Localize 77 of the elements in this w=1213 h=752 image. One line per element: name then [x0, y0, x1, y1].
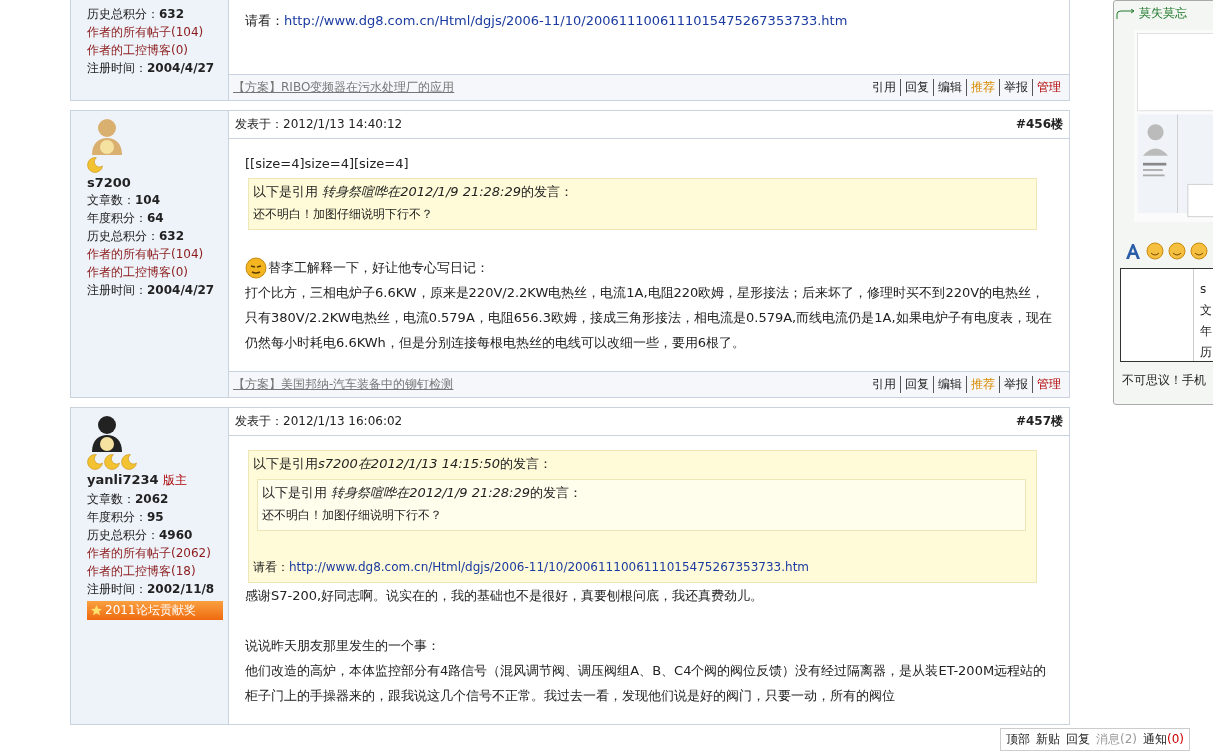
post-link[interactable]: http://www.dg8.com.cn/Html/dgjs/2006-11/10/2006111006111015475267353733.htm — [284, 13, 848, 28]
post-action[interactable]: 回复 — [900, 79, 933, 96]
quote-label: 的发言： — [500, 456, 553, 471]
font-icon[interactable] — [1124, 242, 1142, 260]
post-text: 他们改造的高炉，本体监控部分有4路信号（混风调节阀、调压阀组A、B、C4个阀的阀位反馈）没有经过隔离器，是从装ET-200M远程站的柜子门上的手操器来的，跟我说这几个信号不正常。我过去一看，发现他们说是好的阀门，只要一动，所有的阀位 — [245, 662, 1048, 705]
panel-text: 年 — [1200, 323, 1212, 340]
quote-source: 转身祭喧哗在2012/1/9 21:28:29 — [331, 485, 531, 500]
post-action[interactable]: 引用 — [868, 79, 900, 96]
author-stat: 历史总积分：4960 — [87, 527, 194, 543]
toolbar-link[interactable]: 顶部 — [1006, 731, 1030, 748]
ad-link[interactable]: 【方案】RIBO变频器在污水处理厂的应用 — [233, 79, 455, 96]
toolbar-link[interactable]: 通知(0) — [1143, 731, 1184, 748]
panel-text: 文 — [1200, 302, 1212, 319]
post-action[interactable]: 引用 — [868, 376, 900, 393]
author-stat: 注册时间：2004/4/27 — [87, 60, 216, 76]
author-stat: 文章数：104 — [87, 192, 162, 208]
author-stat: 注册时间：2004/4/27 — [87, 282, 216, 298]
toolbar-link[interactable]: 回复 — [1066, 731, 1090, 748]
post-action[interactable]: 回复 — [900, 376, 933, 393]
panel-text: 历 — [1200, 344, 1212, 361]
moon-icon — [87, 454, 103, 470]
post-action[interactable]: 举报 — [999, 376, 1032, 393]
author-stat: 年度积分：95 — [87, 509, 165, 525]
moon-icon — [104, 454, 120, 470]
author-link[interactable]: 作者的工控博客(18) — [87, 563, 218, 579]
post-text: [[size=4]size=4][size=4] — [245, 155, 410, 173]
link-label: 请看： — [245, 13, 284, 28]
author-stat: 文章数：2062 — [87, 491, 170, 507]
author-name[interactable]: s7200 — [87, 175, 131, 190]
author-link[interactable]: 作者的所有帖子(104) — [87, 246, 218, 262]
moon-icon — [87, 157, 103, 173]
post-time: 发表于：2012/1/13 16:06:02 — [235, 413, 403, 430]
quote-label: 以下是引用 — [253, 456, 318, 471]
post-link[interactable]: http://www.dg8.com.cn/Html/dgjs/2006-11/10/2006111006111015475267353733.htm — [289, 560, 810, 574]
floor-number: #457楼 — [1015, 413, 1063, 430]
post-action[interactable]: 管理 — [1032, 79, 1065, 96]
moon-icon — [121, 454, 137, 470]
quote-label: 的发言： — [521, 184, 574, 199]
quote-text: 还不明白！加图仔细说明下行不？ — [262, 507, 443, 524]
emoticon-icon[interactable] — [1168, 242, 1186, 260]
smiley-icon — [245, 256, 267, 279]
emoticon-icon[interactable] — [1190, 242, 1208, 260]
post-text: 说说昨天朋友那里发生的一个事： — [245, 637, 441, 655]
post-time: 发表于：2012/1/13 14:40:12 — [235, 116, 403, 133]
floor-number: #456楼 — [1015, 116, 1063, 133]
quote-label: 以下是引用 — [253, 184, 319, 199]
post-action[interactable]: 编辑 — [933, 79, 966, 96]
arrow-icon — [1116, 8, 1136, 19]
post-action[interactable]: 管理 — [1032, 376, 1065, 393]
post-action[interactable]: 编辑 — [933, 376, 966, 393]
toolbar-link[interactable]: 新贴 — [1036, 731, 1060, 748]
post-action[interactable]: 举报 — [999, 79, 1032, 96]
post-text: 打个比方，三相电炉子6.6KW，原来是220V/2.2KW电热丝，电流1A,电阻220欧姆，星形接法；后来坏了，修理时买不到220V的电热丝，只有380V/2.2KW电热丝，电流0.579A，电阻656.3欧姆，接成三角形接法，相电流是0.579A,而线电流仍是1A,如果电炉子有电度表，现在仍然每小时耗电6.6KWh，但是分别连接每根电热丝的电线可以改细一些，要用6根了。 — [245, 284, 1053, 352]
ad-link[interactable]: 【方案】美国邦纳-汽车装备中的铆钉检测 — [233, 376, 454, 393]
author-stat: 历史总积分：632 — [87, 6, 186, 22]
quote-source: 转身祭喧哗在2012/1/9 21:28:29 — [322, 184, 522, 199]
panel-text: s — [1200, 281, 1208, 298]
author-link[interactable]: 作者的所有帖子(104) — [87, 24, 218, 40]
popup-title: 莫失莫忘 — [1139, 5, 1187, 22]
author-link[interactable]: 作者的工控博客(0) — [87, 264, 218, 280]
post-text: 替李工解释一下，好让他专心写日记： — [268, 259, 489, 277]
popup-caption: 不可思议！手机 — [1121, 372, 1207, 389]
quote-label: 的发言： — [530, 485, 583, 500]
emoticon-icon[interactable] — [1146, 242, 1164, 260]
author-stat: 注册时间：2002/11/8 — [87, 581, 216, 597]
author-link[interactable]: 作者的所有帖子(2062) — [87, 545, 218, 561]
author-name[interactable]: yanli7234 — [87, 472, 159, 487]
author-stat: 历史总积分：632 — [87, 228, 186, 244]
author-link[interactable]: 作者的工控博客(0) — [87, 42, 218, 58]
award-badge: 2011论坛贡献奖 — [87, 601, 223, 620]
link-label: 请看： — [253, 560, 289, 574]
quote-text: 还不明白！加图仔细说明下行不？ — [253, 206, 434, 223]
quote-label: 以下是引用 — [262, 485, 328, 500]
quote-source: s7200在2012/1/13 14:15:50 — [318, 456, 501, 471]
role-label: 版主 — [162, 472, 187, 489]
author-stat: 年度积分：64 — [87, 210, 165, 226]
post-text: 感谢S7-200,好同志啊。说实在的，我的基础也不是很好，真要刨根问底，我还真费劲儿。 — [245, 587, 765, 605]
